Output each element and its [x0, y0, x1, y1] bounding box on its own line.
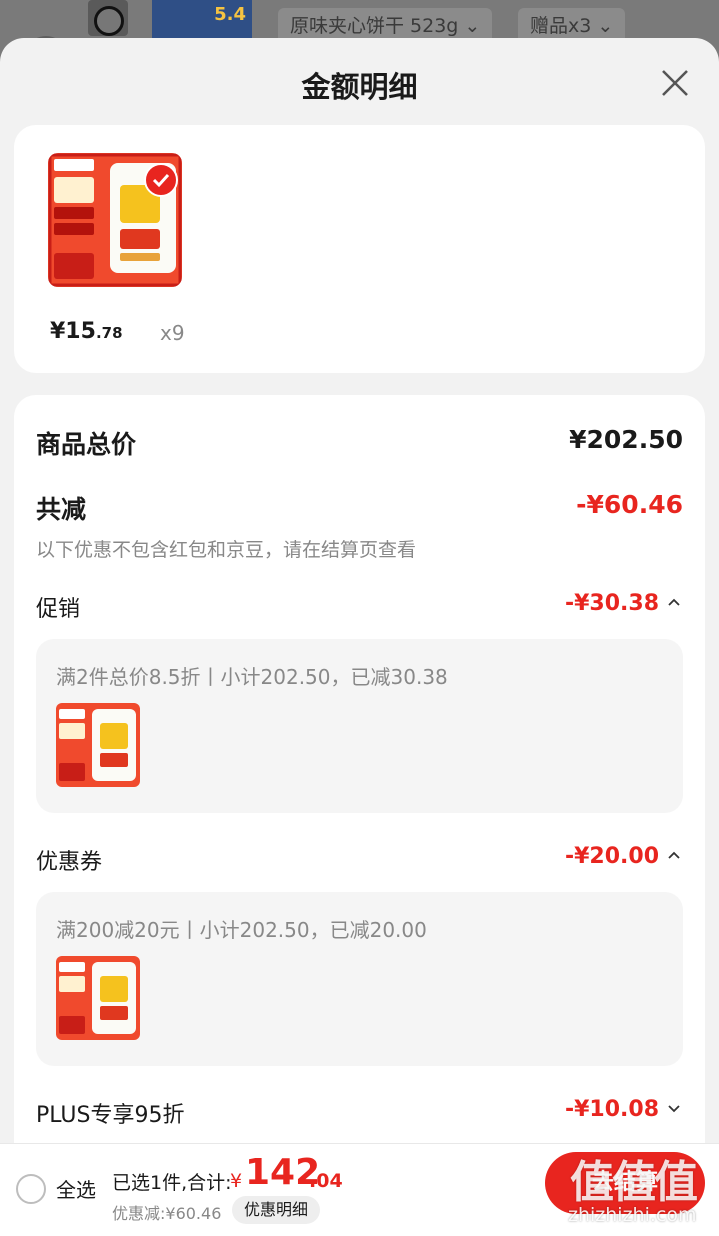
promotion-label: 促销: [36, 597, 81, 622]
gift-chip-label: 赠品x3: [530, 15, 592, 37]
chevron-up-icon[interactable]: [667, 597, 681, 607]
coupon-value: -¥20.00: [564, 844, 659, 869]
total-currency: ¥: [230, 1170, 243, 1192]
plus-discount-label: PLUS专享95折: [36, 1103, 185, 1128]
total-value: ¥202.50: [569, 425, 683, 454]
checkout-button[interactable]: 去结算: [545, 1152, 705, 1214]
biscuit-thumb-icon: [56, 956, 140, 1040]
price-decimal: .78: [95, 324, 123, 342]
background-product-thumb: [88, 0, 128, 36]
detail-card: 商品总价 ¥202.50 共减 -¥60.46 以下优惠不包含红包和京豆，请在结…: [14, 395, 705, 1195]
discount-detail-button[interactable]: 优惠明细: [232, 1196, 321, 1224]
reduce-row: 共减 -¥60.46: [36, 490, 683, 526]
select-all-radio[interactable]: [16, 1174, 46, 1204]
coupon-product-thumb[interactable]: [56, 956, 140, 1040]
checkout-bar: 全选 已选1件,合计: ¥ 142 .04 优惠减:¥60.46 优惠明细 去结…: [0, 1143, 719, 1236]
promotion-value: -¥30.38: [564, 591, 659, 616]
discount-summary: 优惠减:¥60.46: [112, 1204, 222, 1223]
reduce-value: -¥60.46: [576, 490, 683, 519]
close-icon[interactable]: [656, 64, 694, 102]
coupon-row[interactable]: 优惠券 -¥20.00: [36, 844, 683, 876]
price-main: ¥15: [50, 319, 96, 344]
select-all-label[interactable]: 全选: [56, 1174, 96, 1203]
total-label: 商品总价: [36, 430, 137, 459]
total-amount-dec: .04: [309, 1170, 343, 1192]
promotion-row[interactable]: 促销 -¥30.38: [36, 591, 683, 623]
promotion-detail-text: 满2件总价8.5折丨小计202.50，已减30.38: [56, 665, 448, 689]
plus-discount-row[interactable]: PLUS专享95折 -¥10.08: [36, 1097, 683, 1129]
coupon-detail-text: 满200减20元丨小计202.50，已减20.00: [56, 918, 427, 942]
background-product-thumb-2: 5.4: [152, 0, 252, 40]
promotion-product-thumb[interactable]: [56, 703, 140, 787]
sheet-title: 金额明细: [301, 70, 418, 104]
product-price: ¥15.78: [50, 319, 123, 344]
total-row: 商品总价 ¥202.50: [36, 425, 683, 461]
check-icon: [144, 163, 178, 197]
chevron-up-icon[interactable]: [667, 850, 681, 860]
promotion-detail-box: 满2件总价8.5折丨小计202.50，已减30.38: [36, 639, 683, 813]
reduce-note: 以下优惠不包含红包和京豆，请在结算页查看: [36, 539, 417, 561]
product-quantity: x9: [160, 321, 185, 345]
amount-detail-sheet: 金额明细 ¥15.78 x9 商品总价 ¥202.50 共减 -¥60.46 以…: [0, 38, 719, 1235]
coupon-label: 优惠券: [36, 850, 103, 875]
coupon-detail-box: 满200减20元丨小计202.50，已减20.00: [36, 892, 683, 1066]
selected-count-text: 已选1件,合计:: [112, 1172, 232, 1194]
reduce-label: 共减: [36, 495, 87, 524]
plus-discount-value: -¥10.08: [564, 1097, 659, 1122]
product-card: ¥15.78 x9: [14, 125, 705, 373]
biscuit-thumb-icon: [56, 703, 140, 787]
background-badge: 5.4: [214, 4, 246, 25]
chevron-down-icon[interactable]: [667, 1103, 681, 1113]
spec-chip-label: 原味夹心饼干 523g: [290, 15, 459, 37]
